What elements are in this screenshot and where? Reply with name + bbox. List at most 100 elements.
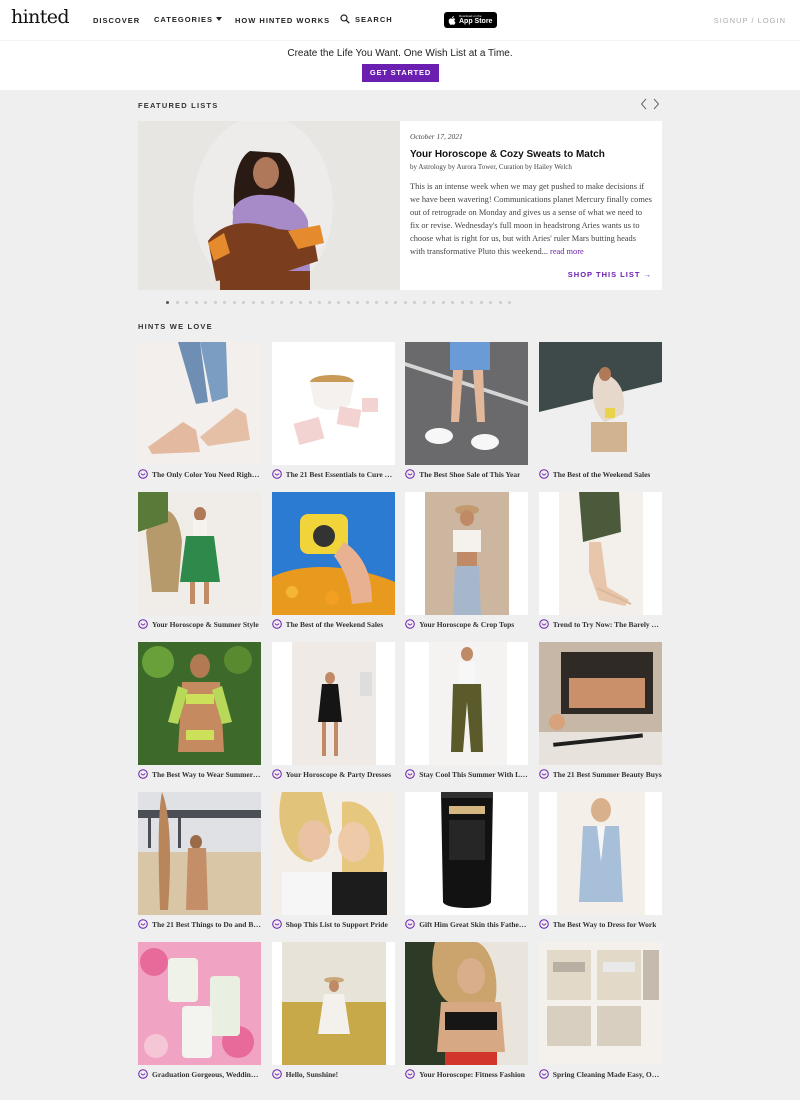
hint-card[interactable]: The Best of the Weekend Sales [538, 342, 662, 479]
hint-card[interactable]: Your Horoscope & Party Dresses [271, 642, 395, 779]
hint-caption[interactable]: The Best of the Weekend Sales [538, 469, 662, 479]
hint-image[interactable] [538, 792, 662, 915]
hint-image[interactable] [271, 492, 395, 615]
hint-caption[interactable]: Trend to Try Now: The Barely There Sanda… [538, 619, 662, 629]
hint-caption[interactable]: The 21 Best Summer Beauty Buys [538, 769, 662, 779]
hint-image[interactable] [271, 942, 395, 1065]
carousel-dot[interactable] [318, 301, 321, 304]
carousel-dot[interactable] [261, 301, 264, 304]
carousel-dot[interactable] [346, 301, 350, 304]
hint-image[interactable] [138, 342, 261, 465]
hint-caption[interactable]: The 21 Best Essentials to Cure a Cold [271, 469, 395, 479]
carousel-dot[interactable] [166, 301, 169, 304]
hint-caption[interactable]: The Best Way to Wear Summer Green [138, 769, 261, 779]
carousel-dot[interactable] [460, 301, 464, 304]
hint-caption[interactable]: The Best Shoe Sale of This Year [405, 469, 528, 479]
carousel-dot[interactable] [242, 301, 245, 304]
carousel-dot[interactable] [498, 301, 502, 304]
nav-search[interactable]: SEARCH [340, 14, 393, 24]
carousel-dot[interactable] [232, 301, 236, 304]
chevron-right-icon[interactable] [652, 98, 660, 110]
hint-card[interactable]: Gift Him Great Skin this Father's Day [405, 792, 529, 929]
nav-how-it-works[interactable]: HOW HINTED WORKS [235, 16, 330, 25]
hint-card[interactable]: The 21 Best Summer Beauty Buys [538, 642, 662, 779]
featured-title[interactable]: Your Horoscope & Cozy Sweats to Match [410, 149, 652, 160]
hint-card[interactable]: Your Horoscope & Summer Style [138, 492, 261, 629]
hint-image[interactable] [538, 342, 662, 465]
carousel-dot[interactable] [441, 301, 445, 304]
carousel-dot[interactable] [375, 301, 378, 304]
hint-caption[interactable]: Graduation Gorgeous, Wedding Ready [138, 1069, 261, 1079]
carousel-dot[interactable] [489, 301, 492, 304]
hint-image[interactable] [271, 342, 395, 465]
hint-caption[interactable]: Stay Cool This Summer With Linen [405, 769, 528, 779]
hint-card[interactable]: The 21 Best Essentials to Cure a Cold [271, 342, 395, 479]
carousel-dot[interactable] [365, 301, 369, 304]
hint-card[interactable]: The Best of the Weekend Sales [271, 492, 395, 629]
carousel-dot[interactable] [403, 301, 407, 304]
login-link[interactable]: LOGIN [758, 16, 786, 25]
hint-caption[interactable]: Your Horoscope & Party Dresses [271, 769, 395, 779]
hint-card[interactable]: The Best Shoe Sale of This Year [405, 342, 529, 479]
hint-card[interactable]: Your Horoscope: Fitness Fashion [405, 942, 529, 1079]
hint-caption[interactable]: Shop This List to Support Pride [271, 919, 395, 929]
app-store-badge[interactable]: Download on the App Store [444, 12, 497, 28]
hint-image[interactable] [405, 642, 529, 765]
hint-card[interactable]: The Only Color You Need Right Now [138, 342, 261, 479]
hint-caption[interactable]: The Best of the Weekend Sales [271, 619, 395, 629]
hint-image[interactable] [538, 942, 662, 1065]
carousel-dot[interactable] [308, 301, 312, 304]
carousel-dot[interactable] [289, 301, 293, 304]
carousel-dot[interactable] [194, 301, 198, 304]
carousel-dot[interactable] [422, 301, 426, 304]
carousel-dot[interactable] [299, 301, 302, 304]
read-more-link[interactable]: read more [550, 247, 584, 256]
hint-caption[interactable]: The Best Way to Dress for Work [538, 919, 662, 929]
carousel-dot[interactable] [432, 301, 435, 304]
hint-card[interactable]: Your Horoscope & Crop Tops [405, 492, 529, 629]
hint-image[interactable] [405, 792, 529, 915]
get-started-button[interactable]: GET STARTED [362, 64, 439, 82]
carousel-dot[interactable] [470, 301, 473, 304]
carousel-dot[interactable] [356, 301, 359, 304]
hint-card[interactable]: Graduation Gorgeous, Wedding Ready [138, 942, 261, 1079]
carousel-dot[interactable] [185, 301, 188, 304]
carousel-dot[interactable] [394, 301, 397, 304]
hint-image[interactable] [271, 792, 395, 915]
hint-caption[interactable]: Your Horoscope & Crop Tops [405, 619, 528, 629]
hint-card[interactable]: Spring Cleaning Made Easy, Organized [538, 942, 662, 1079]
carousel-dot[interactable] [175, 301, 179, 304]
hint-card[interactable]: Shop This List to Support Pride [271, 792, 395, 929]
hint-image[interactable] [405, 342, 529, 465]
carousel-dot[interactable] [251, 301, 255, 304]
hint-image[interactable] [138, 792, 261, 915]
carousel-dot[interactable] [213, 301, 217, 304]
carousel-dot[interactable] [337, 301, 340, 304]
shop-this-list-link[interactable]: SHOP THIS LIST → [568, 270, 652, 279]
hint-card[interactable]: Trend to Try Now: The Barely There Sanda… [538, 492, 662, 629]
carousel-dot[interactable] [479, 301, 483, 304]
nav-categories[interactable]: CATEGORIES [154, 15, 223, 24]
carousel-dot[interactable] [280, 301, 283, 304]
carousel-dot[interactable] [384, 301, 388, 304]
hint-image[interactable] [538, 492, 662, 615]
featured-image[interactable] [138, 121, 400, 290]
logo[interactable]: hinted [11, 6, 70, 28]
signup-link[interactable]: SIGNUP [714, 16, 749, 25]
hint-image[interactable] [538, 642, 662, 765]
chevron-left-icon[interactable] [640, 98, 648, 110]
hint-caption[interactable]: Your Horoscope & Summer Style [138, 619, 261, 629]
hint-caption[interactable]: The Only Color You Need Right Now [138, 469, 261, 479]
carousel-dot[interactable] [451, 301, 454, 304]
hint-card[interactable]: The Best Way to Dress for Work [538, 792, 662, 929]
hint-image[interactable] [405, 942, 529, 1065]
carousel-dot[interactable] [204, 301, 207, 304]
hint-card[interactable]: Hello, Sunshine! [271, 942, 395, 1079]
hint-card[interactable]: Stay Cool This Summer With Linen [405, 642, 529, 779]
hint-card[interactable]: The Best Way to Wear Summer Green [138, 642, 261, 779]
hint-image[interactable] [138, 942, 261, 1065]
hint-caption[interactable]: The 21 Best Things to Do and Buy [138, 919, 261, 929]
hint-caption[interactable]: Hello, Sunshine! [271, 1069, 395, 1079]
hint-card[interactable]: The 21 Best Things to Do and Buy [138, 792, 261, 929]
carousel-dot[interactable] [327, 301, 331, 304]
